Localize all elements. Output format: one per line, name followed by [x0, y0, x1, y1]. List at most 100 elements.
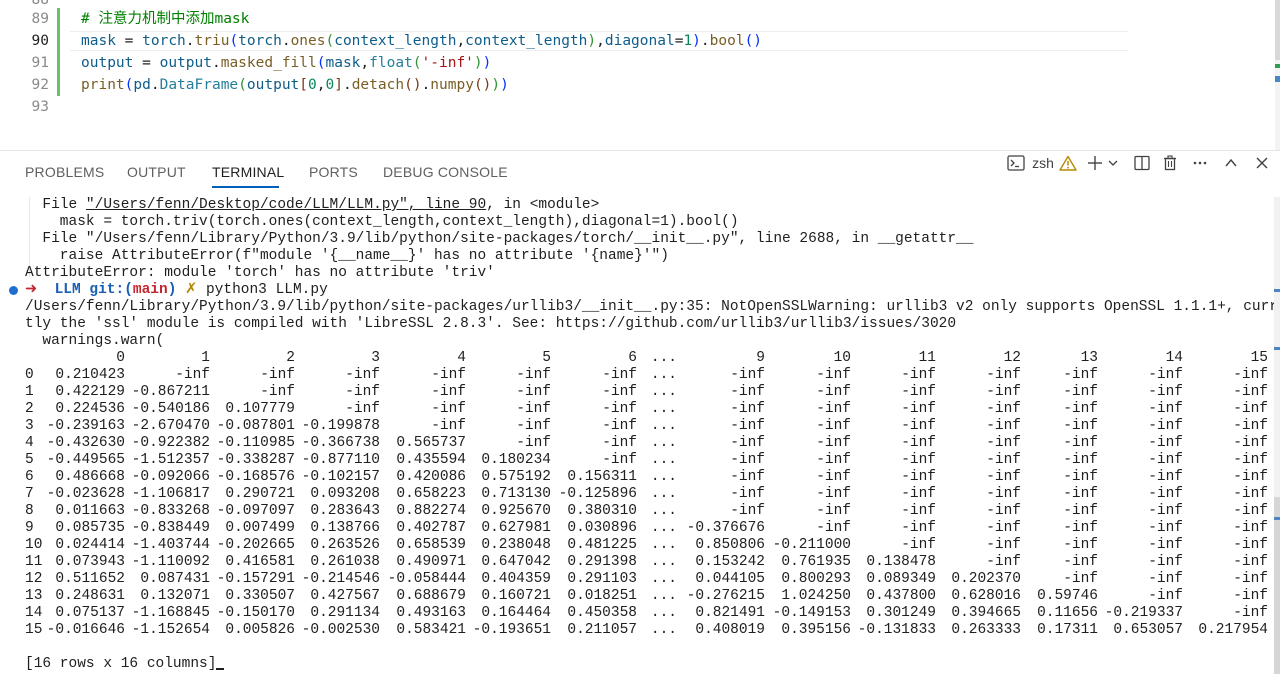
code-editor[interactable]: 88 89 # 注意力机制中添加mask 90 mask = torch.triu(to… [0, 0, 1280, 150]
dataframe-cell: -0.097097 [216, 503, 295, 519]
code-line[interactable]: 92 print(pd.DataFrame(output[0,0].detach(… [0, 74, 1270, 96]
dataframe-cell: -inf [345, 367, 380, 383]
summary-text: [16 rows x 16 columns] [25, 656, 217, 672]
dataframe-cell: -1.106817 [131, 486, 210, 502]
code-token: output [81, 55, 134, 71]
dataframe-cell: -1.403744 [131, 537, 210, 553]
dataframe-cell: -inf [1063, 384, 1098, 400]
dataframe-row: 9 0.085735 -0.838449 0.007499 0.138766 0.4027… [25, 520, 1275, 537]
dataframe-cell: ... [650, 554, 677, 570]
terminal-scrollbar[interactable] [1274, 197, 1280, 674]
line-number: 90 [31, 33, 49, 49]
dataframe-cell: 0.427567 [310, 588, 380, 604]
prompt-branch: main [132, 282, 168, 298]
dataframe-row: 12 0.511652 0.087431 -0.157291 -0.214546 -0.0… [25, 571, 1275, 588]
dataframe-cell: -0.092066 [131, 469, 210, 485]
editor-scrollbar-marker-added [1275, 64, 1280, 68]
warning-icon[interactable] [1058, 151, 1078, 175]
dataframe-cell: -1.512357 [131, 452, 210, 468]
code-token: ( [412, 55, 422, 71]
dataframe-cell: -inf [901, 401, 936, 417]
terminal-scrollbar-thumb[interactable] [1274, 497, 1280, 674]
dataframe-cell: 0.850806 [695, 537, 765, 553]
file-link[interactable]: "/Users/fenn/Desktop/code/LLM/LLM.py", l… [86, 197, 486, 213]
maximize-icon[interactable] [1221, 151, 1241, 175]
dataframe-cell: -inf [516, 401, 551, 417]
dataframe-cell: -inf [901, 452, 936, 468]
dataframe-cell: ... [650, 452, 677, 468]
terminal-icon[interactable] [1006, 151, 1026, 175]
code-token: print [81, 77, 125, 93]
dataframe-cell: 0.486668 [55, 469, 125, 485]
column-header: 0 [116, 350, 125, 366]
plus-icon[interactable] [1086, 151, 1104, 175]
dataframe-cell: -inf [1063, 435, 1098, 451]
code-token: DataFrame [159, 77, 239, 93]
command-status-dot[interactable] [9, 286, 18, 295]
code-line[interactable]: 90 mask = torch.triu(torch.ones(context_l… [0, 30, 1270, 52]
column-header: 15 [1250, 350, 1268, 366]
dataframe-cell: 0.011663 [55, 503, 125, 519]
dataframe-cell: -inf [431, 418, 466, 434]
dataframe-cell: 0.437800 [866, 588, 936, 604]
dataframe-cell: ... [650, 367, 677, 383]
dataframe-cell: 0.107779 [225, 401, 295, 417]
column-header: 14 [1165, 350, 1183, 366]
dataframe-cell: 0.882274 [396, 503, 466, 519]
dataframe-cell: -0.157291 [216, 571, 295, 587]
dataframe-cell: -inf [730, 503, 765, 519]
dataframe-cell: -inf [260, 367, 295, 383]
tab-debug-console[interactable]: DEBUG CONSOLE [383, 164, 508, 180]
dataframe-cell: -inf [1063, 520, 1098, 536]
dataframe-cell: -inf [730, 452, 765, 468]
dataframe-cell: -inf [1063, 469, 1098, 485]
column-header: 5 [542, 350, 551, 366]
shell-name[interactable]: zsh [1030, 151, 1056, 175]
tab-problems[interactable]: PROBLEMS [25, 164, 104, 180]
code-token: ( [238, 77, 247, 93]
dataframe-cell: 0.160721 [481, 588, 551, 604]
column-header: 13 [1080, 350, 1098, 366]
chevron-down-icon[interactable] [1106, 151, 1120, 175]
dataframe-cell: -inf [1233, 588, 1268, 604]
dataframe-cell: -0.087801 [216, 418, 295, 434]
more-icon[interactable] [1190, 151, 1210, 175]
code-line[interactable]: 89 # 注意力机制中添加mask [0, 8, 1270, 30]
dataframe-cell: -inf [1148, 503, 1183, 519]
dataframe-cell: -0.338287 [216, 452, 295, 468]
dataframe-cell: -inf [1148, 588, 1183, 604]
tab-terminal[interactable]: TERMINAL [212, 164, 284, 180]
traceback-line: raise AttributeError(f"module '{__name__… [25, 248, 669, 264]
warning-line: /Users/fenn/Library/Python/3.9/lib/pytho… [25, 299, 1280, 315]
split-icon[interactable] [1132, 151, 1152, 175]
dataframe-cell: -inf [816, 452, 851, 468]
dataframe-cell: -inf [1148, 469, 1183, 485]
code-line[interactable]: 93 [0, 96, 1270, 118]
code-line[interactable]: 91 output = output.masked_fill (mask,float… [0, 52, 1270, 74]
dataframe-cell: 0.283643 [310, 503, 380, 519]
dataframe-cell: -inf [1148, 418, 1183, 434]
close-icon[interactable] [1252, 151, 1272, 175]
editor-scrollbar[interactable] [1275, 0, 1280, 150]
dataframe-cell: 0.238048 [481, 537, 551, 553]
trash-icon[interactable] [1160, 151, 1180, 175]
dataframe-cell: -inf [730, 401, 765, 417]
dataframe-cell: 0.085735 [55, 520, 125, 536]
dataframe-cell: 0.138766 [310, 520, 380, 536]
dataframe-cell: -inf [1063, 537, 1098, 553]
terminal-scrollbar-marker [1274, 347, 1280, 350]
dataframe-cell: -0.002530 [301, 622, 380, 638]
dataframe-cell: -0.131833 [857, 622, 936, 638]
dataframe-cell: 0.164464 [481, 605, 551, 621]
dataframe-cell: 0.290721 [225, 486, 295, 502]
tab-output[interactable]: OUTPUT [127, 164, 186, 180]
dataframe-cell: 0.087431 [140, 571, 210, 587]
dataframe-cell: -inf [1233, 367, 1268, 383]
dataframe-cell: -inf [816, 418, 851, 434]
column-header: 3 [371, 350, 380, 366]
dataframe-cell: -inf [260, 384, 295, 400]
editor-scrollbar-thumb[interactable] [1275, 0, 1280, 60]
dataframe-cell: -inf [1233, 384, 1268, 400]
dataframe-row: 15 -0.016646 -1.152654 0.005826 -0.002530 0.5… [25, 622, 1275, 639]
tab-ports[interactable]: PORTS [309, 164, 358, 180]
